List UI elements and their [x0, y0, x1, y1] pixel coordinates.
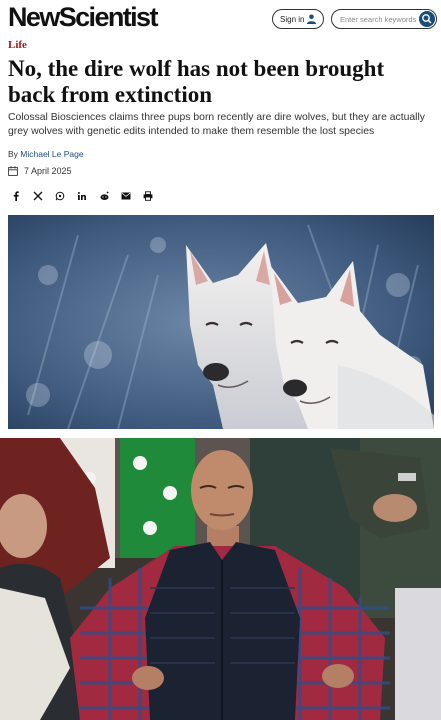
linkedin-icon[interactable] — [75, 189, 89, 203]
publish-date: 7 April 2025 — [8, 166, 72, 176]
dire-wolf-photo — [8, 215, 434, 429]
search-input[interactable]: Enter search keywords — [331, 9, 437, 29]
date-text: 7 April 2025 — [24, 166, 72, 176]
reddit-icon[interactable] — [97, 189, 111, 203]
user-icon — [306, 14, 317, 25]
byline: By Michael Le Page — [8, 149, 84, 159]
whatsapp-icon[interactable] — [53, 189, 67, 203]
sign-in-button[interactable]: Sign in — [272, 9, 324, 29]
site-header: NewScientist Sign in Enter search keywor… — [0, 0, 441, 38]
share-bar — [9, 189, 163, 203]
facebook-icon[interactable] — [9, 189, 23, 203]
byline-prefix: By — [8, 149, 21, 159]
sign-in-label: Sign in — [280, 14, 305, 24]
article-title: No, the dire wolf has not been brought b… — [8, 56, 385, 107]
section-label[interactable]: Life — [8, 39, 27, 51]
search-placeholder: Enter search keywords — [340, 14, 417, 24]
author-link[interactable]: Michael Le Page — [20, 149, 83, 159]
article-subtitle: Colossal Biosciences claims three pups b… — [8, 112, 425, 137]
site-logo[interactable]: NewScientist — [8, 2, 158, 33]
x-icon[interactable] — [31, 189, 45, 203]
email-icon[interactable] — [119, 189, 133, 203]
search-button[interactable] — [419, 11, 435, 27]
print-icon[interactable] — [141, 189, 155, 203]
calendar-icon — [8, 166, 18, 176]
search-icon — [422, 14, 432, 24]
disappointed-fan-photo — [0, 438, 441, 720]
